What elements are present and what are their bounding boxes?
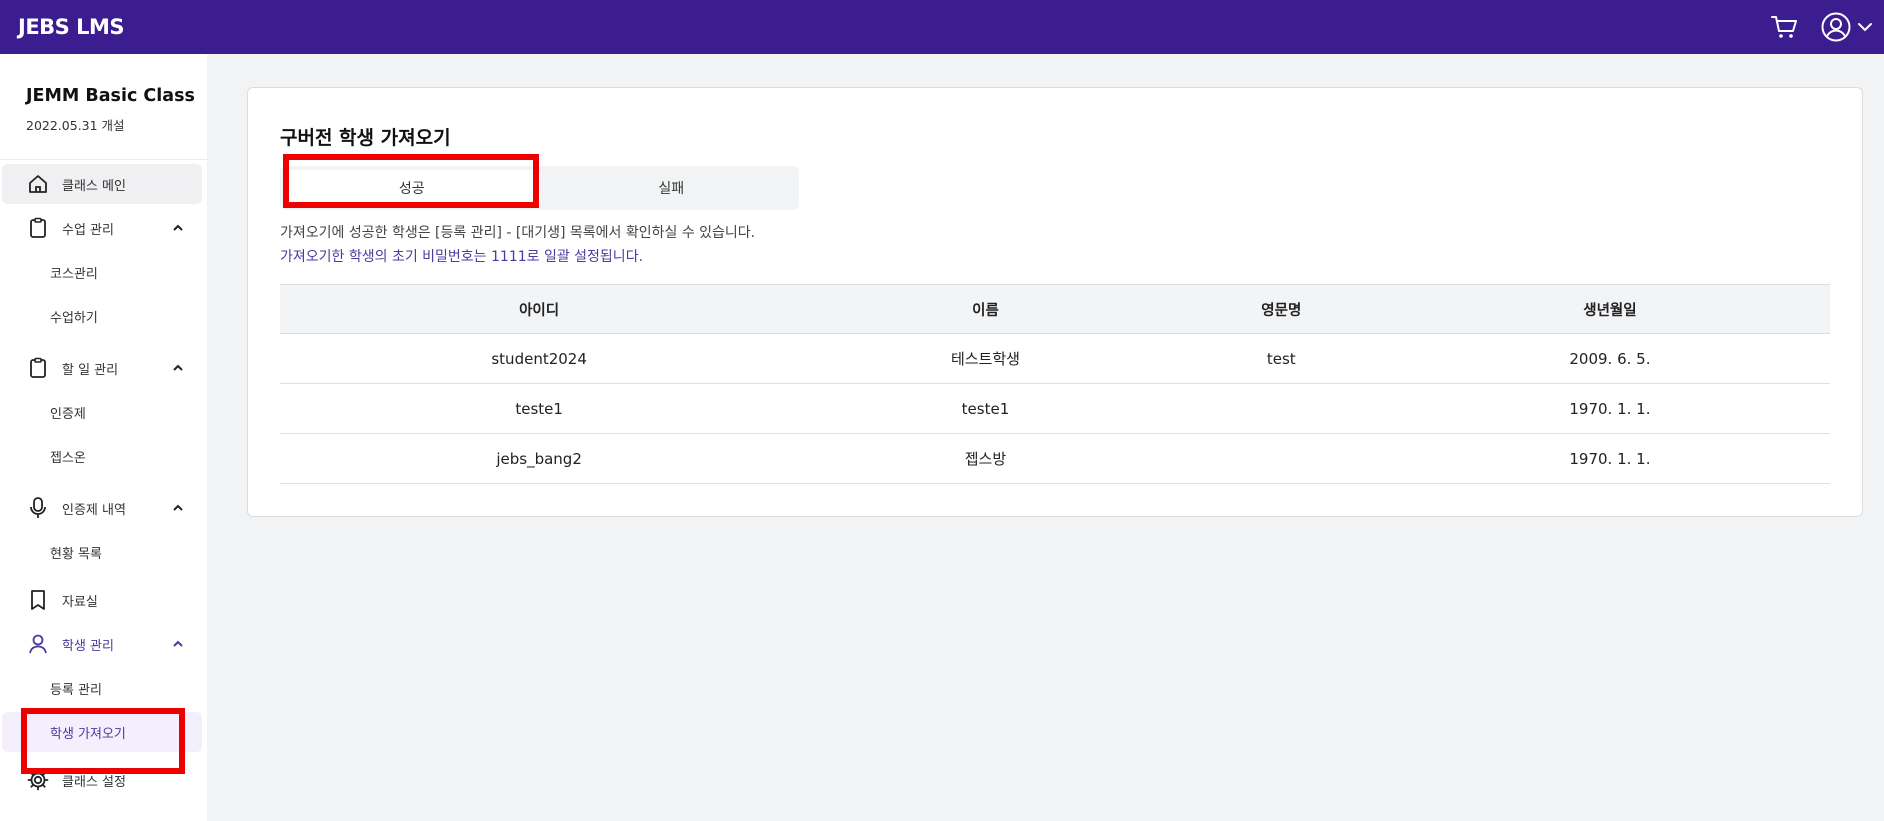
result-tabs: 성공 실패 (280, 166, 799, 210)
cell-birthdate: 1970. 1. 1. (1389, 383, 1830, 434)
cell-english-name (1172, 383, 1390, 434)
sidebar-item-label: 클래스 설정 (62, 774, 126, 790)
class-date: 2022.05.31 개설 (26, 118, 125, 133)
home-icon (26, 172, 50, 196)
cell-name: 젭스방 (798, 433, 1173, 484)
sidebar-item-class-main[interactable]: 클래스 메인 (2, 164, 202, 204)
sidebar-item-class-settings[interactable]: 클래스 설정 (2, 760, 202, 800)
column-header-birthdate: 생년월일 (1389, 284, 1830, 334)
cell-id: student2024 (280, 333, 799, 384)
password-note: 가져오기한 학생의 초기 비밀번호는 1111로 일괄 설정됩니다. (280, 249, 644, 265)
table-row: teste1 teste1 1970. 1. 1. (280, 383, 1830, 434)
sidebar-item-label: 인증제 (50, 406, 86, 422)
sidebar-item-label: 학생 가져오기 (50, 726, 126, 742)
sidebar-item-label: 할 일 관리 (62, 362, 119, 378)
description-text: 가져오기에 성공한 학생은 [등록 관리] - [대기생] 목록에서 확인하실 … (280, 225, 756, 241)
cell-id: teste1 (280, 383, 799, 434)
user-icon (26, 632, 50, 656)
sidebar-item-class-manage[interactable]: 수업 관리 (2, 208, 202, 248)
sidebar-item-certification[interactable]: 인증제 (2, 392, 202, 432)
profile-menu[interactable] (1820, 11, 1874, 43)
cell-name: teste1 (798, 383, 1173, 434)
user-circle-icon (1821, 12, 1851, 42)
import-students-card: 구버전 학생 가져오기 성공 실패 가져오기에 성공한 학생은 [등록 관리] … (247, 87, 1863, 517)
sidebar-item-label: 현황 목록 (50, 546, 102, 562)
sidebar-item-todo-manage[interactable]: 할 일 관리 (2, 348, 202, 388)
microphone-icon (26, 496, 50, 520)
sidebar-item-import-students[interactable]: 학생 가져오기 (2, 712, 202, 752)
sidebar-item-label: 자료실 (62, 594, 98, 610)
cell-name: 테스트학생 (798, 333, 1173, 384)
sidebar: JEMM Basic Class 2022.05.31 개설 클래스 메인 수업… (0, 54, 207, 821)
chevron-up-icon[interactable] (172, 362, 184, 377)
chevron-up-icon[interactable] (172, 222, 184, 237)
chevron-down-icon (1858, 23, 1872, 32)
sidebar-item-label: 코스관리 (50, 266, 98, 282)
sidebar-item-label: 등록 관리 (50, 682, 102, 698)
sidebar-item-label: 젭스온 (50, 450, 86, 466)
sidebar-item-library[interactable]: 자료실 (2, 580, 202, 620)
sidebar-item-label: 수업 관리 (62, 222, 114, 238)
column-header-id: 아이디 (280, 284, 799, 334)
table-header-row: 아이디 이름 영문명 생년월일 (280, 284, 1830, 334)
tab-success[interactable]: 성공 (284, 170, 540, 206)
top-bar: JEBS LMS (0, 0, 1884, 54)
column-header-name: 이름 (798, 284, 1173, 334)
clipboard-icon (26, 356, 50, 380)
student-table: 아이디 이름 영문명 생년월일 student2024 테스트학생 test 2… (280, 284, 1830, 484)
sidebar-item-status-list[interactable]: 현황 목록 (2, 532, 202, 572)
cell-english-name (1172, 433, 1390, 484)
sidebar-item-label: 학생 관리 (62, 638, 114, 654)
gear-icon (26, 768, 50, 792)
sidebar-item-student-manage[interactable]: 학생 관리 (2, 624, 202, 664)
class-info: JEMM Basic Class 2022.05.31 개설 (0, 54, 207, 160)
sidebar-item-course-manage[interactable]: 코스관리 (2, 252, 202, 292)
sidebar-item-lesson[interactable]: 수업하기 (2, 296, 202, 336)
page-title: 구버전 학생 가져오기 (280, 127, 451, 149)
bookmark-icon (26, 588, 50, 612)
sidebar-item-label: 인증제 내역 (62, 502, 126, 518)
sidebar-item-label: 클래스 메인 (62, 178, 126, 194)
class-name: JEMM Basic Class (26, 86, 195, 106)
table-row: jebs_bang2 젭스방 1970. 1. 1. (280, 433, 1830, 484)
clipboard-icon (26, 216, 50, 240)
chevron-up-icon[interactable] (172, 638, 184, 653)
cell-birthdate: 1970. 1. 1. (1389, 433, 1830, 484)
table-row: student2024 테스트학생 test 2009. 6. 5. (280, 333, 1830, 384)
cell-english-name: test (1172, 333, 1390, 384)
sidebar-item-cert-history[interactable]: 인증제 내역 (2, 488, 202, 528)
cell-birthdate: 2009. 6. 5. (1389, 333, 1830, 384)
cart-icon[interactable] (1770, 14, 1798, 40)
sidebar-item-registration[interactable]: 등록 관리 (2, 668, 202, 708)
brand-logo[interactable]: JEBS LMS (18, 15, 125, 39)
chevron-up-icon[interactable] (172, 502, 184, 517)
sidebar-item-jebson[interactable]: 젭스온 (2, 436, 202, 476)
sidebar-item-label: 수업하기 (50, 310, 98, 326)
column-header-english-name: 영문명 (1172, 284, 1390, 334)
cell-id: jebs_bang2 (280, 433, 799, 484)
tab-failure[interactable]: 실패 (544, 166, 800, 210)
